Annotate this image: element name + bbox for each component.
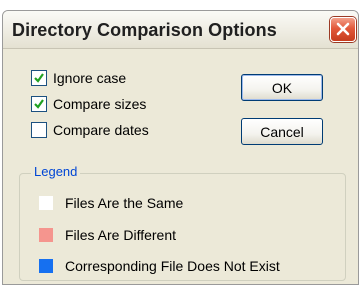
compare-sizes-option[interactable]: Compare sizes — [31, 94, 146, 114]
legend-item-different: Files Are Different — [39, 226, 176, 244]
legend-label-missing: Corresponding File Does Not Exist — [65, 258, 280, 274]
compare-dates-checkbox[interactable] — [31, 122, 47, 138]
legend-swatch-same — [39, 196, 53, 210]
legend-label-different: Files Are Different — [65, 227, 177, 243]
legend-title: Legend — [31, 164, 81, 179]
legend-swatch-missing — [39, 259, 53, 273]
close-icon — [336, 22, 350, 36]
close-button[interactable] — [330, 17, 356, 42]
title-bar[interactable]: Directory Comparison Options — [3, 11, 358, 49]
legend-item-missing: Corresponding File Does Not Exist — [39, 257, 280, 275]
dialog-title: Directory Comparison Options — [12, 20, 277, 40]
ignore-case-checkbox[interactable] — [31, 70, 47, 86]
legend-label-same: Files Are the Same — [65, 195, 184, 211]
legend-swatch-different — [39, 228, 53, 242]
compare-sizes-label: Compare sizes — [53, 96, 147, 112]
ignore-case-option[interactable]: Ignore case — [31, 68, 126, 88]
ignore-case-label: Ignore case — [53, 70, 127, 86]
checkmark-icon — [34, 73, 44, 83]
compare-dates-option[interactable]: Compare dates — [31, 120, 149, 140]
legend-item-same: Files Are the Same — [39, 194, 183, 212]
ok-button[interactable]: OK — [241, 74, 323, 101]
dialog-window: Directory Comparison Options Ignore case… — [2, 10, 359, 285]
compare-sizes-checkbox[interactable] — [31, 96, 47, 112]
checkmark-icon — [34, 99, 44, 109]
compare-dates-label: Compare dates — [53, 122, 149, 138]
cancel-button[interactable]: Cancel — [241, 118, 323, 145]
